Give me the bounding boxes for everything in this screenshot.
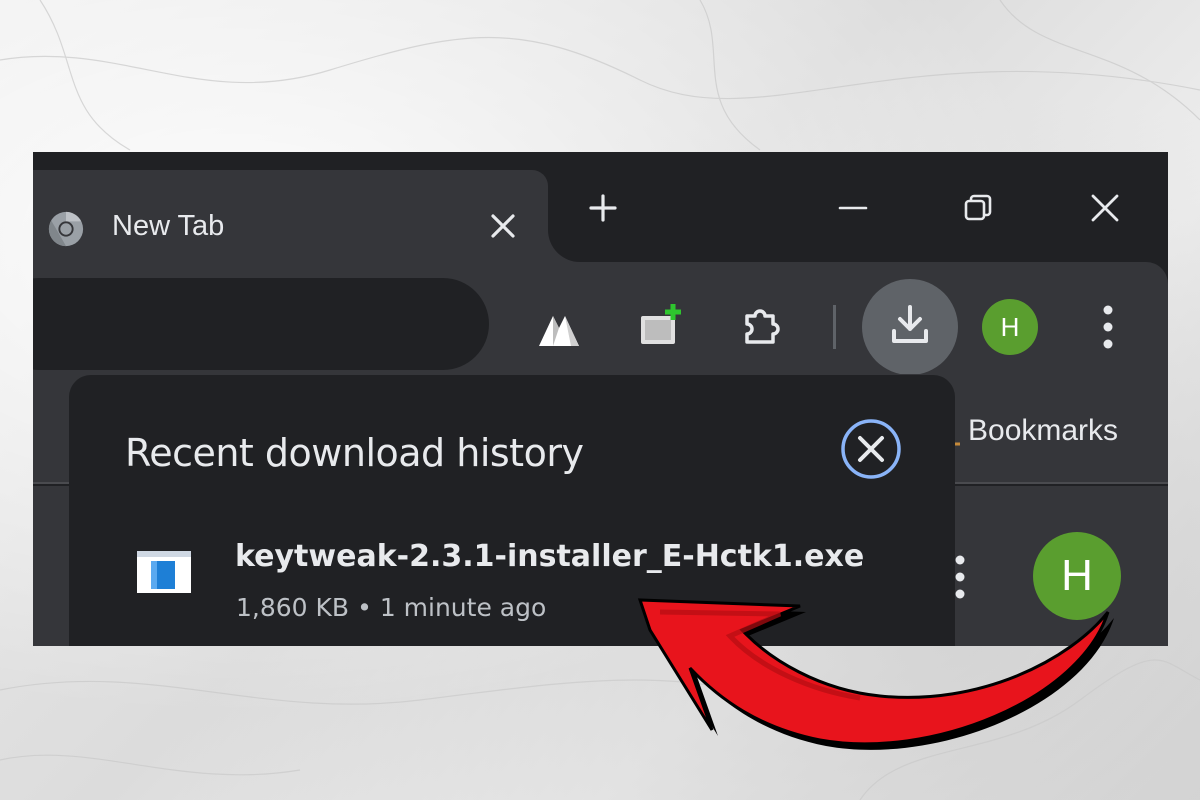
downloads-panel: Recent download history keytweak-2.3.1-i…	[69, 375, 955, 646]
exe-file-icon	[137, 551, 191, 593]
close-panel-icon[interactable]	[839, 417, 903, 481]
panel-title: Recent download history	[125, 431, 584, 475]
download-meta: 1,860 KB • 1 minute ago	[236, 593, 546, 622]
meta-separator: •	[357, 593, 372, 622]
download-time: 1 minute ago	[379, 593, 547, 622]
download-file-name[interactable]: keytweak-2.3.1-installer_E-Hctk1.exe	[235, 539, 864, 574]
downloads-panel-clip: Recent download history keytweak-2.3.1-i…	[33, 152, 1168, 646]
download-size: 1,860 KB	[236, 593, 350, 622]
